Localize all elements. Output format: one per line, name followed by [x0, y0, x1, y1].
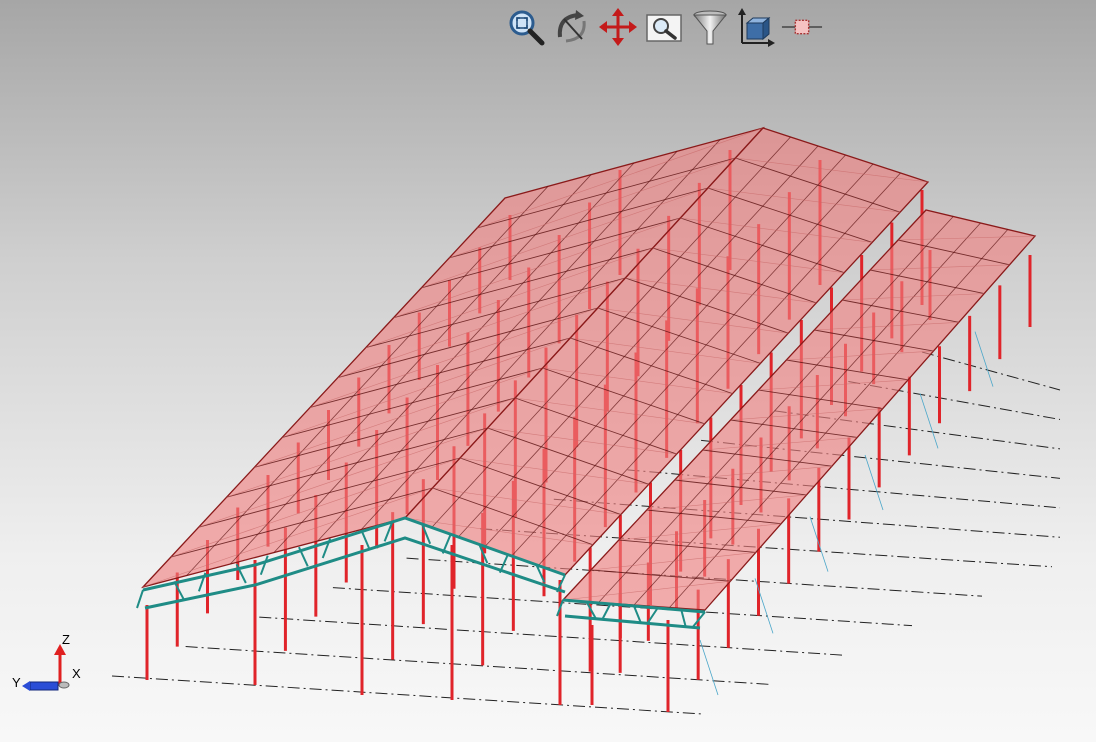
- wall-bracing: [919, 393, 939, 449]
- axis-triad: Z X Y: [8, 628, 88, 698]
- axis-y-label: Y: [12, 675, 21, 690]
- truss-web: [633, 605, 642, 623]
- grid-axis-line: [111, 675, 703, 715]
- axis-z-label: Z: [62, 632, 70, 647]
- wall-bracing: [974, 331, 994, 387]
- truss-web: [259, 555, 269, 576]
- wing-truss-bottom-chord: [564, 614, 701, 630]
- 3d-model-viewport[interactable]: Z X Y: [0, 0, 1096, 742]
- grid-axis-line: [185, 646, 773, 686]
- steel-structure-model[interactable]: [0, 0, 1096, 742]
- grid-axis-line: [921, 351, 1061, 391]
- wall-bracing: [699, 639, 719, 696]
- truss-web: [173, 580, 185, 601]
- axis-x-label: X: [72, 666, 81, 681]
- truss-web: [601, 603, 612, 621]
- truss-web: [136, 589, 144, 609]
- truss-web: [680, 609, 687, 627]
- grid-axis-line: [259, 616, 843, 656]
